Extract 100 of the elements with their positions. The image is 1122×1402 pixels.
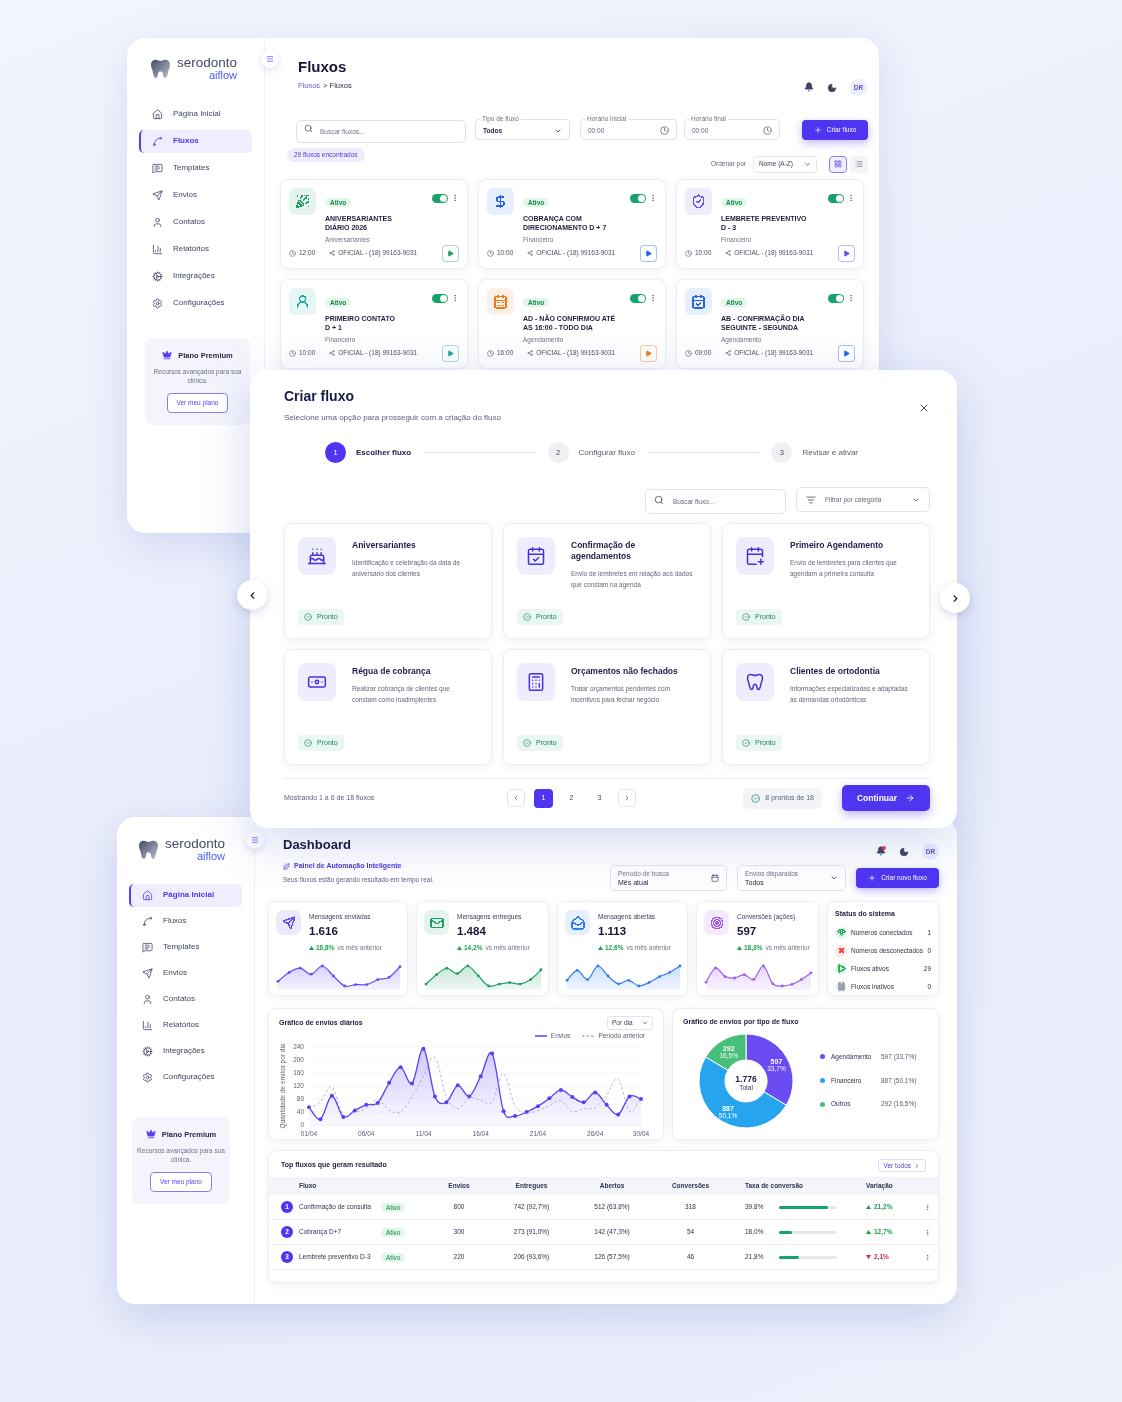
play-icon <box>447 349 454 357</box>
share-icon <box>527 350 534 357</box>
play-button[interactable] <box>442 344 459 362</box>
toggle-switch[interactable] <box>828 193 844 203</box>
search-icon <box>304 124 313 133</box>
brand-product: aiflow <box>196 850 226 862</box>
pause-icon <box>835 980 847 993</box>
play-button[interactable] <box>838 344 855 362</box>
sidebar-item[interactable]: Fluxos <box>129 909 242 933</box>
wifi-icon <box>835 926 847 939</box>
sidebar-item[interactable]: Envios <box>139 183 252 207</box>
sidebar-item[interactable]: Fluxos <box>139 129 252 153</box>
sidebar-item[interactable]: Relatórios <box>129 1013 242 1037</box>
data-point <box>478 1074 483 1078</box>
menu-icon <box>266 55 274 63</box>
check-circle-icon <box>304 612 312 621</box>
step-label: Configurar fluxo <box>578 446 635 459</box>
cog-icon <box>142 1045 153 1057</box>
data-point <box>352 1108 357 1113</box>
play-button[interactable] <box>640 244 657 262</box>
more-icon[interactable] <box>847 294 855 303</box>
play-button[interactable] <box>442 244 459 262</box>
play-icon <box>447 249 454 257</box>
bell-icon[interactable] <box>804 82 814 93</box>
clock-icon <box>685 249 692 257</box>
data-point <box>581 1100 586 1104</box>
speech-bubble-icon <box>142 941 153 953</box>
check-circle-icon <box>523 612 531 621</box>
sidebar-item[interactable]: Configurações <box>139 291 252 315</box>
moon-icon[interactable] <box>827 82 837 93</box>
envelope-icon <box>424 910 449 935</box>
toggle-switch[interactable] <box>432 293 448 303</box>
continue-button[interactable]: Continuar <box>842 785 930 811</box>
check-circle-icon <box>742 612 750 621</box>
more-icon[interactable] <box>451 294 459 303</box>
curve-icon <box>142 915 153 927</box>
clock-icon <box>685 349 692 357</box>
more-icon[interactable] <box>847 194 855 203</box>
brand-name: serodonto <box>165 837 226 851</box>
data-point <box>547 1096 552 1101</box>
toggle-switch[interactable] <box>630 293 646 303</box>
stat-value: 1.484 <box>457 924 487 938</box>
sidebar-item[interactable]: Configurações <box>129 1065 242 1089</box>
plus-icon <box>813 126 822 134</box>
moon-icon[interactable] <box>899 846 909 857</box>
data-point <box>375 1100 380 1105</box>
share-icon <box>329 350 336 357</box>
play-icon <box>645 349 652 357</box>
curve-icon <box>152 135 163 147</box>
clock-icon <box>289 349 296 357</box>
data-point <box>627 1094 632 1099</box>
sidebar-item[interactable]: Templates <box>139 156 252 180</box>
sidebar-item[interactable]: Contatos <box>139 210 252 234</box>
target-icon <box>704 910 729 935</box>
close-button[interactable] <box>918 402 930 414</box>
bell-icon[interactable] <box>876 846 886 857</box>
sidebar-item[interactable]: Relatórios <box>139 237 252 261</box>
home-icon <box>152 108 163 120</box>
toggle-switch[interactable] <box>828 293 844 303</box>
crown-icon <box>162 350 173 361</box>
cake-icon <box>298 537 336 575</box>
list-view-button[interactable] <box>850 155 868 173</box>
data-point <box>387 1080 392 1085</box>
template-title: Primeiro Agendamento <box>790 540 885 551</box>
data-point <box>307 1104 311 1109</box>
check-circle-icon <box>304 738 312 747</box>
crown-icon <box>145 1129 156 1140</box>
sidebar-item[interactable]: Templates <box>129 935 242 959</box>
sidebar-item[interactable]: Integrações <box>139 264 252 288</box>
sidebar-item[interactable]: Página Inicial <box>129 883 242 907</box>
chevron-right-icon <box>623 794 631 802</box>
stat-value: 1.113 <box>598 924 628 938</box>
clock-icon <box>487 349 494 357</box>
sidebar-item[interactable]: Envios <box>129 961 242 985</box>
toggle-switch[interactable] <box>630 193 646 203</box>
clock-icon <box>487 249 494 257</box>
step-label: Escolher fluxo <box>356 446 412 459</box>
grid-view-button[interactable] <box>829 155 847 173</box>
data-point <box>570 1094 575 1099</box>
play-icon <box>843 349 850 357</box>
clock-icon <box>289 249 296 257</box>
more-icon[interactable] <box>451 194 459 203</box>
play-button[interactable] <box>838 244 855 262</box>
more-icon[interactable] <box>649 194 657 203</box>
data-point <box>616 1112 621 1117</box>
more-icon[interactable] <box>649 294 657 303</box>
toggle-switch[interactable] <box>432 193 448 203</box>
calculator-icon <box>517 663 555 701</box>
filter-icon <box>806 494 816 505</box>
play-button[interactable] <box>640 344 657 362</box>
sidebar-item[interactable]: Contatos <box>129 987 242 1011</box>
person-icon <box>289 287 316 315</box>
template-title: Régua de cobrança <box>352 666 432 677</box>
calendar-icon <box>711 874 719 882</box>
sidebar-item[interactable]: Integrações <box>129 1039 242 1063</box>
data-point <box>364 1102 369 1107</box>
sidebar-item[interactable]: Página Inicial <box>139 102 252 126</box>
page-title: Dashboard <box>283 837 352 852</box>
cog-icon <box>152 270 163 282</box>
data-point <box>593 1090 598 1095</box>
